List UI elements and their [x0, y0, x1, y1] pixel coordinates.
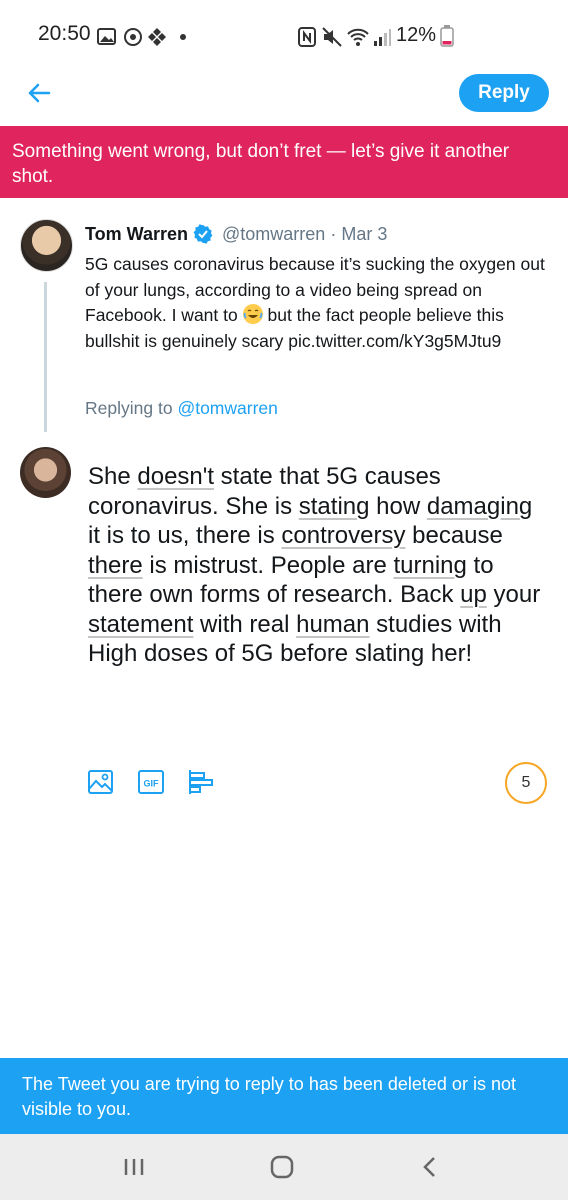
face-with-tears-of-joy-icon: [242, 304, 263, 324]
spellcheck-word: damaging: [426, 492, 533, 520]
reply-button[interactable]: Reply: [459, 74, 549, 112]
image-icon[interactable]: [86, 767, 116, 797]
spellcheck-word: doesn't: [137, 463, 215, 490]
replying-to: Replying to @tomwarren: [85, 398, 278, 419]
separator-dot: ·: [330, 224, 337, 244]
tweet-author-name: Tom Warren: [85, 224, 189, 244]
spellcheck-word: stating: [298, 492, 370, 520]
avatar-tom-warren[interactable]: [20, 219, 73, 272]
app-notification-icon: [148, 28, 166, 46]
battery-icon: [440, 25, 454, 47]
character-counter: 5: [505, 762, 547, 804]
tweet-handle: @tomwarren: [222, 224, 326, 244]
replying-mention-link[interactable]: @tomwarren: [177, 398, 277, 418]
back-chevron-icon[interactable]: [410, 1150, 450, 1184]
thread-line: [44, 282, 47, 432]
nfc-icon: [298, 27, 316, 47]
recents-icon[interactable]: [114, 1150, 154, 1184]
spellcheck-word: statement: [88, 610, 194, 638]
spellcheck-word: human: [296, 610, 370, 638]
replying-prefix: Replying to: [85, 398, 173, 418]
tweet-handle-date: @tomwarren · Mar 3: [222, 224, 387, 245]
gallery-notification-icon: [97, 28, 116, 45]
signal-icon: [374, 29, 391, 46]
compose-text-segment: She: [88, 463, 138, 490]
poll-icon[interactable]: [186, 767, 216, 797]
compose-text-segment: is mistrust. People are: [142, 551, 394, 579]
spellcheck-word: turning: [393, 551, 467, 579]
deleted-tweet-notice: The Tweet you are trying to reply to has…: [0, 1058, 568, 1134]
svg-text:GIF: GIF: [144, 779, 160, 789]
spellcheck-word: controversy: [281, 522, 406, 549]
spellcheck-word: up: [460, 581, 487, 608]
arrow-left-icon[interactable]: [26, 80, 52, 106]
mute-icon: [322, 27, 342, 47]
compose-text-segment: your: [486, 581, 541, 608]
more-notifications-dot: [180, 34, 186, 40]
compose-text-segment: because: [405, 522, 503, 549]
compose-text-segment: it is to us, there is: [88, 522, 282, 549]
verified-badge-icon: [193, 224, 213, 244]
wifi-icon: [347, 28, 369, 46]
compose-text-segment: with real: [193, 610, 297, 638]
tweet-text: 5G causes coronavirus because it’s sucki…: [85, 252, 555, 354]
spellcheck-word: there: [88, 551, 143, 579]
avatar-current-user: [20, 447, 71, 498]
tweet-date: Mar 3: [341, 224, 388, 244]
gif-icon[interactable]: GIF: [136, 767, 166, 797]
sync-notification-icon: [124, 28, 142, 46]
compose-textarea[interactable]: She doesn't state that 5G causes coronav…: [88, 462, 548, 669]
battery-percentage: 12%: [396, 24, 437, 46]
error-banner: Something went wrong, but don’t fret — l…: [0, 126, 568, 198]
status-time: 20:50: [38, 22, 91, 45]
compose-text-segment: how: [369, 492, 427, 520]
home-icon[interactable]: [262, 1150, 302, 1184]
